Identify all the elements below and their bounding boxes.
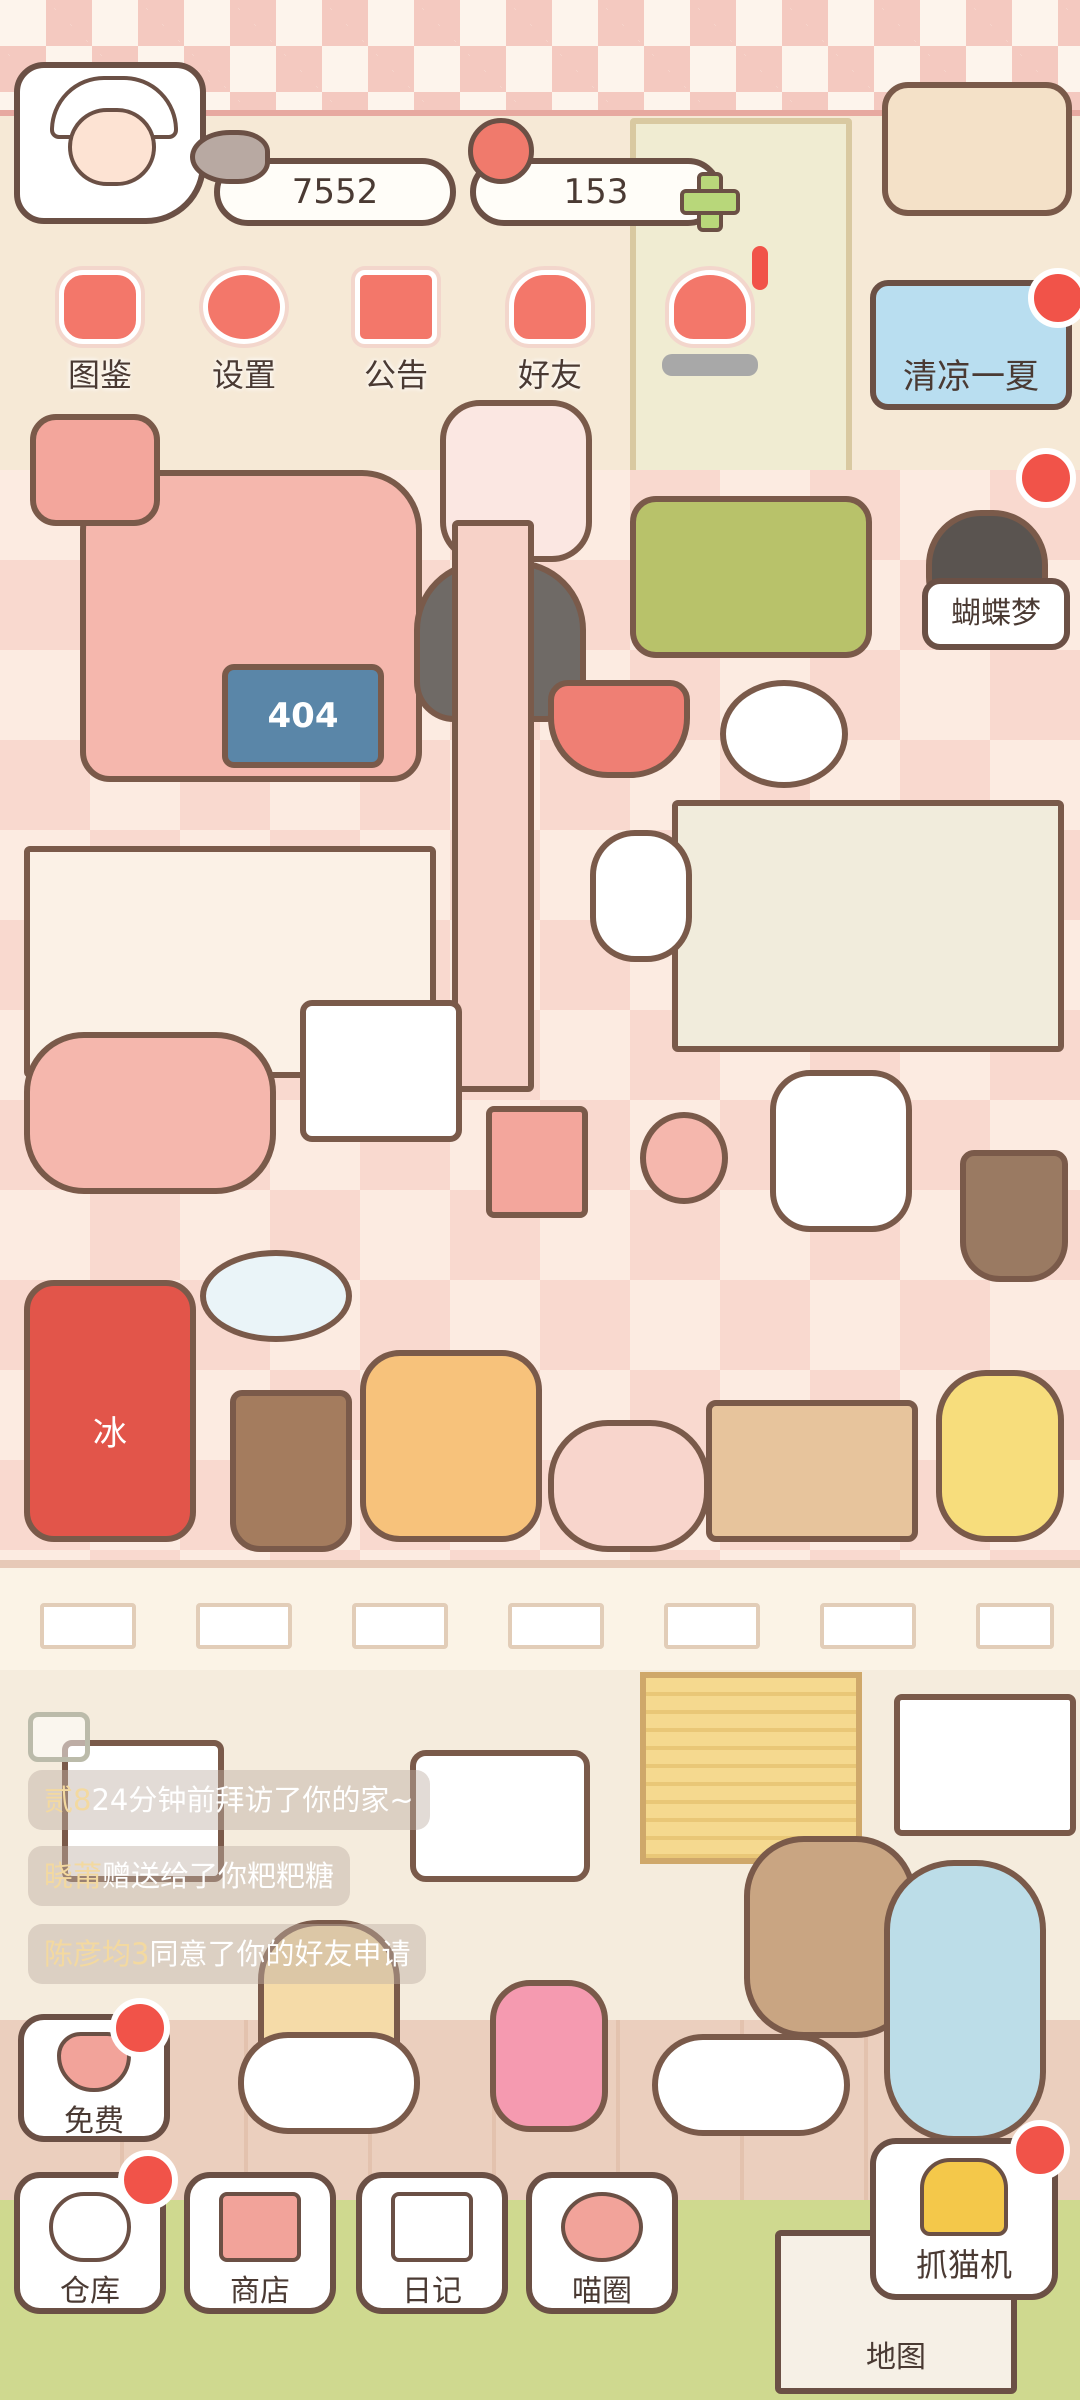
tomato-count: 153 (563, 172, 629, 212)
friends-button[interactable]: 好友 (490, 270, 610, 394)
cat-circle-label: 喵圈 (572, 2274, 632, 2309)
tomato-icon (468, 118, 534, 184)
laptop-screen-text: 404 (267, 696, 339, 736)
fluffy-white-cat[interactable] (652, 2034, 850, 2136)
friends-icon (509, 270, 591, 344)
shop-button[interactable]: 商店 (184, 2172, 336, 2314)
claw-machine-badge (1010, 2120, 1070, 2180)
collection-label: 图鉴 (67, 356, 132, 394)
potted-succulent[interactable] (960, 1150, 1068, 1282)
storage-label: 仓库 (60, 2274, 120, 2309)
summer-event-label: 清凉一夏 (903, 357, 1039, 397)
butterfly-event-label-box[interactable]: 蝴蝶梦 (922, 578, 1070, 650)
shaved-ice-machine[interactable]: 冰 (24, 1280, 196, 1542)
add-currency-button[interactable] (680, 172, 740, 232)
chat-message: 贰824分钟前拜访了你的家~ (28, 1770, 430, 1830)
cat-circle-button[interactable]: 喵圈 (526, 2172, 678, 2314)
butterfly-event-label: 蝴蝶梦 (951, 596, 1041, 631)
family-photo-frame[interactable] (882, 82, 1072, 216)
shop-label: 商店 (230, 2274, 290, 2309)
bear-in-box[interactable] (706, 1400, 918, 1542)
panda-rug-frame[interactable] (630, 496, 872, 658)
chat-text: 24分钟前拜访了你的家~ (91, 1783, 414, 1817)
diary-button[interactable]: 日记 (356, 2172, 508, 2314)
morning-glory-pot[interactable] (238, 2032, 420, 2134)
fish-coin-icon (190, 130, 270, 184)
gift-icon (355, 270, 437, 344)
settings-label: 设置 (211, 356, 276, 394)
panda-lollipop[interactable] (720, 680, 848, 788)
pink-book[interactable] (486, 1106, 588, 1218)
cat-book-icon (59, 270, 141, 344)
announcement-label: 公告 (363, 356, 428, 394)
coin-count: 7552 (291, 172, 379, 212)
butterfly-event-badge (1016, 448, 1076, 508)
free-badge (110, 1998, 170, 2058)
player-avatar[interactable] (14, 62, 206, 224)
collection-button[interactable]: 图鉴 (40, 270, 160, 394)
claw-machine-label: 抓猫机 (915, 2246, 1012, 2284)
pink-beanbag[interactable] (24, 1032, 276, 1194)
wooden-bucket[interactable] (230, 1390, 352, 1552)
gear-icon (203, 270, 285, 344)
free-label: 免费 (64, 2104, 124, 2139)
hyacinth-pot[interactable] (490, 1980, 608, 2132)
white-dog[interactable] (590, 830, 692, 962)
heart-mail-icon (669, 270, 751, 344)
incense-vase[interactable] (640, 1112, 728, 1204)
room-divider[interactable] (452, 520, 534, 1092)
floral-mirror[interactable] (884, 1860, 1046, 2142)
chat-sender: 贰8 (44, 1783, 92, 1817)
chat-text: 赠送给了你粑粑糖 (102, 1859, 335, 1893)
chat-sender: 陈彦均3 (44, 1937, 150, 1971)
shop-icon (219, 2192, 301, 2262)
announcement-button[interactable]: 公告 (336, 270, 456, 394)
laptop[interactable]: 404 (222, 664, 384, 768)
planet-cat-icon (561, 2192, 643, 2262)
map-label: 地图 (866, 2340, 926, 2375)
claw-icon (920, 2158, 1008, 2236)
mountain-folding-screen[interactable] (672, 800, 1064, 1052)
pencil-calendar[interactable] (30, 414, 160, 526)
flower-basket[interactable] (360, 1350, 542, 1542)
mail-label-bar (662, 354, 758, 376)
food-bowl[interactable] (548, 680, 690, 778)
diary-icon (391, 2192, 473, 2262)
storage-badge (118, 2150, 178, 2210)
ice-sign-text: 冰 (93, 1414, 127, 1454)
chat-sender: 晓莆 (44, 1859, 103, 1893)
friends-label: 好友 (517, 356, 582, 394)
flower-wall-sign[interactable] (410, 1750, 590, 1882)
mushroom-easel[interactable] (300, 1000, 462, 1142)
diary-label: 日记 (402, 2274, 462, 2309)
storage-icon (49, 2192, 131, 2262)
alert-exclamation-icon (752, 246, 768, 290)
chat-message: 晓莆赠送给了你粑粑糖 (28, 1846, 351, 1906)
fan[interactable] (200, 1250, 352, 1342)
settings-button[interactable]: 设置 (184, 270, 304, 394)
chat-toggle-button[interactable] (28, 1712, 90, 1762)
flower-bag-stand[interactable] (770, 1070, 912, 1232)
watering-can[interactable] (548, 1420, 710, 1552)
summer-event-badge (1028, 268, 1080, 328)
mail-button[interactable] (650, 270, 770, 390)
flower-banner[interactable] (894, 1694, 1076, 1836)
chat-text: 同意了你的好友申请 (149, 1937, 411, 1971)
chat-message: 陈彦均3同意了你的好友申请 (28, 1924, 427, 1984)
doll[interactable] (936, 1370, 1064, 1542)
floor-divider (0, 1560, 1080, 1686)
